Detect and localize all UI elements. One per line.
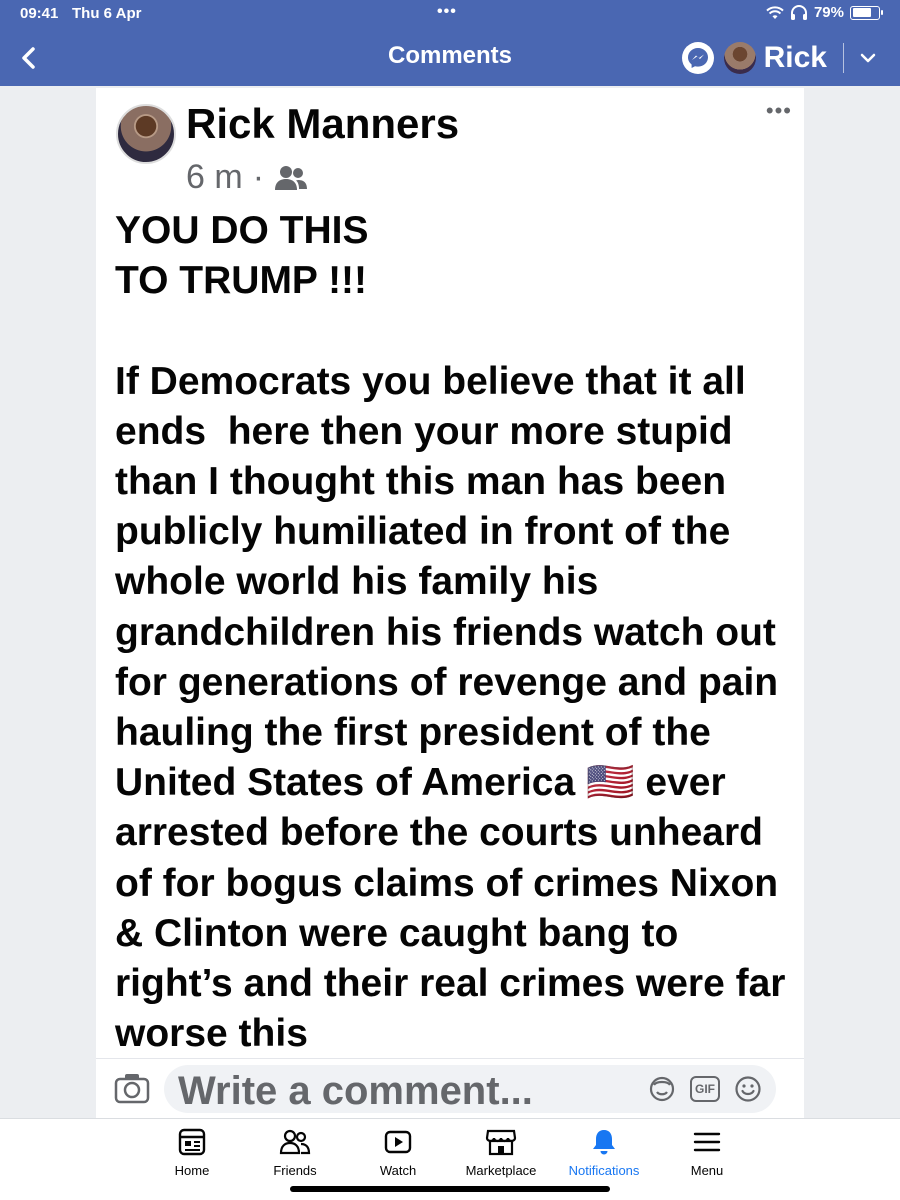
nav-right: Rick — [681, 38, 878, 78]
tab-marketplace[interactable]: Marketplace — [446, 1127, 556, 1178]
tab-notifications-label: Notifications — [568, 1163, 640, 1178]
chevron-down-icon[interactable] — [858, 48, 878, 68]
tab-watch-label: Watch — [379, 1163, 417, 1178]
emoji-icon[interactable] — [734, 1075, 762, 1103]
more-options-icon[interactable]: ••• — [766, 98, 792, 124]
status-date: Thu 6 Apr — [72, 5, 142, 22]
menu-icon — [693, 1132, 721, 1152]
status-right: 79% — [766, 4, 883, 21]
friends-icon — [279, 1129, 311, 1155]
battery-fill — [852, 8, 872, 17]
top-bar: 09:41 Thu 6 Apr ••• 79% Comments Rick — [0, 0, 900, 86]
home-icon — [178, 1128, 206, 1156]
bell-icon — [593, 1130, 615, 1155]
messenger-button[interactable] — [681, 42, 714, 74]
status-time: 09:41 — [20, 5, 59, 22]
nav-row: Comments Rick — [0, 30, 900, 86]
headphones-icon — [790, 4, 807, 20]
comment-bar: Write a comment... GIF — [96, 1058, 804, 1118]
avatar-sticker-icon[interactable] — [648, 1075, 676, 1103]
user-avatar[interactable] — [723, 42, 756, 74]
author-avatar[interactable] — [116, 104, 176, 164]
comment-placeholder: Write a comment... — [178, 1069, 533, 1113]
tab-home[interactable]: Home — [137, 1127, 247, 1178]
tab-watch[interactable]: Watch — [343, 1127, 453, 1178]
post-time[interactable]: 6 m — [186, 158, 243, 197]
messenger-icon — [687, 48, 708, 68]
marketplace-icon — [485, 1129, 517, 1156]
post-meta: 6 m · — [186, 158, 308, 197]
post-text: YOU DO THIS TO TRUMP !!! If Democrats yo… — [115, 209, 786, 1056]
friends-audience-icon — [275, 165, 308, 190]
post-author[interactable]: Rick Manners — [186, 100, 459, 148]
meta-separator: · — [252, 158, 265, 196]
comment-input-icons: GIF — [648, 1075, 762, 1103]
tab-notifications[interactable]: Notifications — [549, 1127, 659, 1178]
multitasking-dots[interactable]: ••• — [437, 3, 457, 21]
tab-menu[interactable]: Menu — [652, 1127, 762, 1178]
post-card: Rick Manners 6 m · ••• YOU DO THIS TO TR… — [96, 88, 804, 1118]
tab-home-label: Home — [174, 1163, 210, 1178]
tab-friends-label: Friends — [273, 1163, 317, 1178]
camera-icon[interactable] — [114, 1072, 150, 1104]
battery-percent: 79% — [813, 4, 844, 21]
nav-divider — [843, 43, 844, 73]
status-bar: 09:41 Thu 6 Apr ••• 79% — [0, 0, 900, 28]
tab-friends[interactable]: Friends — [240, 1127, 350, 1178]
tab-marketplace-label: Marketplace — [465, 1163, 537, 1178]
battery-icon — [850, 5, 883, 20]
comment-input[interactable]: Write a comment... GIF — [164, 1065, 776, 1113]
home-indicator[interactable] — [290, 1186, 610, 1192]
tab-menu-label: Menu — [690, 1163, 724, 1178]
watch-icon — [384, 1130, 412, 1154]
user-name[interactable]: Rick — [764, 41, 827, 75]
wifi-icon — [766, 5, 784, 19]
gif-button[interactable]: GIF — [690, 1076, 720, 1102]
